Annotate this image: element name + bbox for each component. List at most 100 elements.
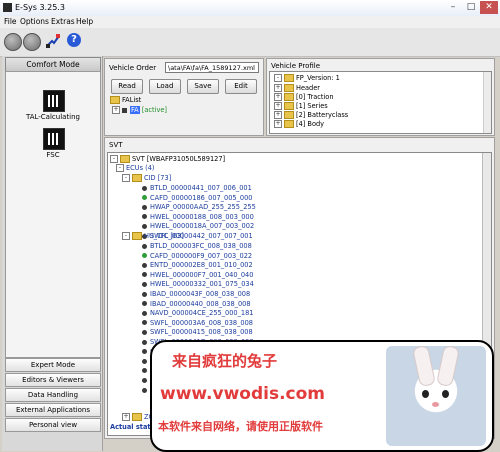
svt-root-node[interactable]: - SVT [WBAFP31050L589127]: [110, 155, 225, 164]
menu-help[interactable]: Help: [76, 17, 93, 26]
fp-item[interactable]: + [4] Body: [274, 120, 324, 129]
menu-options[interactable]: Options: [20, 17, 49, 26]
status-dot-icon: [142, 329, 147, 335]
status-dot-icon: [142, 349, 147, 355]
status-dot-icon: [142, 223, 147, 229]
bunny-ear: [412, 344, 436, 388]
active-dot-icon: [142, 195, 147, 201]
vehicle-profile-label: Vehicle Profile: [271, 62, 321, 70]
fa-tree[interactable]: FAList + FA [active]: [108, 95, 258, 131]
file-icon: [122, 107, 127, 113]
editors-viewers-button[interactable]: Editors & Viewers: [5, 373, 101, 387]
comfort-mode-header[interactable]: Comfort Mode: [5, 57, 101, 72]
tal-calculating-label[interactable]: TAL-Calculating: [6, 113, 100, 121]
folder-icon: [110, 96, 120, 104]
external-applications-button[interactable]: External Applications: [5, 403, 101, 417]
folder-icon: [284, 93, 294, 101]
ecu-file-item[interactable]: IBAD_00000440_008_038_008: [142, 300, 251, 309]
minimize-icon[interactable]: –: [444, 1, 462, 14]
fp-item[interactable]: + [0] Traction: [274, 93, 334, 102]
help-icon[interactable]: ?: [67, 33, 81, 47]
collapse-icon[interactable]: -: [122, 174, 130, 182]
svt-label: SVT: [109, 141, 123, 149]
forward-circle-icon[interactable]: [23, 33, 41, 51]
tal-calculating-icon[interactable]: [43, 90, 65, 112]
personal-view-button[interactable]: Personal view: [5, 418, 101, 432]
ecu-file-item[interactable]: BTLD_00000441_007_006_001: [142, 184, 252, 193]
status-dot-icon: [142, 368, 147, 374]
ecu-file-item[interactable]: HWEL_000000F7_001_040_040: [142, 271, 253, 280]
collapse-icon[interactable]: -: [122, 232, 130, 240]
fp-item[interactable]: + [1] Series: [274, 102, 328, 111]
comfort-tools: TAL-Calculating FSC: [5, 71, 101, 358]
menu-file[interactable]: File: [4, 17, 17, 26]
ecu-file-item[interactable]: IBAD_0000043F_008_038_008: [142, 290, 250, 299]
vehicle-profile-tree[interactable]: - FP_Version: 1 + Header + [0] Traction + [1…: [269, 71, 492, 134]
active-dot-icon: [142, 253, 147, 259]
folder-icon: [132, 232, 142, 240]
ecu-file-item[interactable]: CAFD_000000F9_007_003_022: [142, 252, 252, 261]
profile-scrollbar[interactable]: [483, 72, 491, 133]
data-handling-button[interactable]: Data Handling: [5, 388, 101, 402]
ecu-file-item[interactable]: NAVD_000004CE_255_000_181: [142, 309, 254, 318]
watermark-line-1: 来自疯狂的兔子: [172, 352, 278, 370]
toolbar: ?: [0, 28, 500, 57]
folder-icon: [132, 174, 142, 182]
status-dot-icon: [142, 377, 147, 383]
collapse-icon[interactable]: -: [110, 155, 118, 163]
ecu-hu-cic-node[interactable]: - HU_CIC [63]: [122, 232, 184, 241]
ecu-cid-node[interactable]: - CID [73]: [122, 174, 171, 183]
ecu-file-item[interactable]: CAFD_00000186_007_005_000: [142, 194, 253, 203]
watermark-url: www.vwodis.com: [160, 384, 325, 404]
fp-item[interactable]: + [2] Batteryclass: [274, 111, 348, 120]
ecu-file-item[interactable]: HWEL_0000018A_007_003_002: [142, 222, 254, 231]
expand-icon[interactable]: +: [274, 120, 282, 128]
fsc-icon[interactable]: [43, 128, 65, 150]
status-dot-icon: [142, 387, 147, 393]
fa-node[interactable]: + FA [active]: [112, 106, 167, 115]
expert-mode-button[interactable]: Expert Mode: [5, 358, 101, 372]
fsc-label[interactable]: FSC: [6, 151, 100, 159]
ecus-node[interactable]: - ECUs (4): [116, 164, 154, 173]
expand-icon[interactable]: +: [274, 102, 282, 110]
expand-icon[interactable]: +: [274, 84, 282, 92]
save-button[interactable]: Save: [187, 79, 219, 94]
bunny-nose: [432, 402, 439, 407]
close-icon[interactable]: ✕: [480, 1, 498, 14]
expand-icon[interactable]: +: [274, 93, 282, 101]
back-circle-icon[interactable]: [4, 33, 22, 51]
title-bar: E-Sys 3.25.3 – □ ✕: [0, 0, 500, 17]
status-dot-icon: [142, 310, 147, 316]
bunny-eye: [422, 390, 429, 398]
vehicle-order-path-field[interactable]: \ata\FA\fa\FA_1589127.xml: [165, 62, 259, 73]
ecu-file-item[interactable]: HWEL_00000332_001_075_034: [142, 280, 254, 289]
collapse-icon[interactable]: -: [274, 74, 282, 82]
vehicle-order-label: Vehicle Order: [109, 64, 157, 72]
ecu-file-item[interactable]: BTLD_000003FC_008_038_008: [142, 242, 252, 251]
collapse-icon[interactable]: -: [116, 164, 124, 172]
folder-icon: [284, 102, 294, 110]
vehicle-order-panel: Vehicle Order \ata\FA\fa\FA_1589127.xml …: [104, 58, 264, 136]
fp-root-node[interactable]: - FP_Version: 1: [274, 74, 340, 83]
folder-icon: [284, 74, 294, 82]
fa-list-node[interactable]: FAList: [110, 96, 141, 105]
connect-icon[interactable]: [45, 33, 61, 49]
ecu-file-item[interactable]: ENTD_000002E8_001_010_002: [142, 261, 253, 270]
maximize-icon[interactable]: □: [462, 1, 480, 14]
fp-item[interactable]: + Header: [274, 84, 320, 93]
expand-icon[interactable]: +: [122, 413, 130, 421]
ecu-file-item[interactable]: SWFL_00000415_008_038_008: [142, 328, 253, 337]
status-dot-icon: [142, 339, 147, 345]
edit-button[interactable]: Edit: [225, 79, 257, 94]
menu-extras[interactable]: Extras: [51, 17, 75, 26]
expand-icon[interactable]: +: [274, 111, 282, 119]
status-dot-icon: [142, 301, 147, 307]
watermark-overlay: 来自疯狂的兔子 www.vwodis.com 本软件来自网络，请使用正版软件: [150, 340, 494, 452]
window-controls: – □ ✕: [444, 1, 498, 14]
ecu-file-item[interactable]: HWEL_00000188_008_003_000: [142, 213, 254, 222]
expand-icon[interactable]: +: [112, 106, 120, 114]
read-button[interactable]: Read: [111, 79, 143, 94]
ecu-file-item[interactable]: SWFL_000003A6_008_038_008: [142, 319, 253, 328]
ecu-file-item[interactable]: HWAP_00000AAD_255_255_255: [142, 203, 256, 212]
load-button[interactable]: Load: [149, 79, 181, 94]
